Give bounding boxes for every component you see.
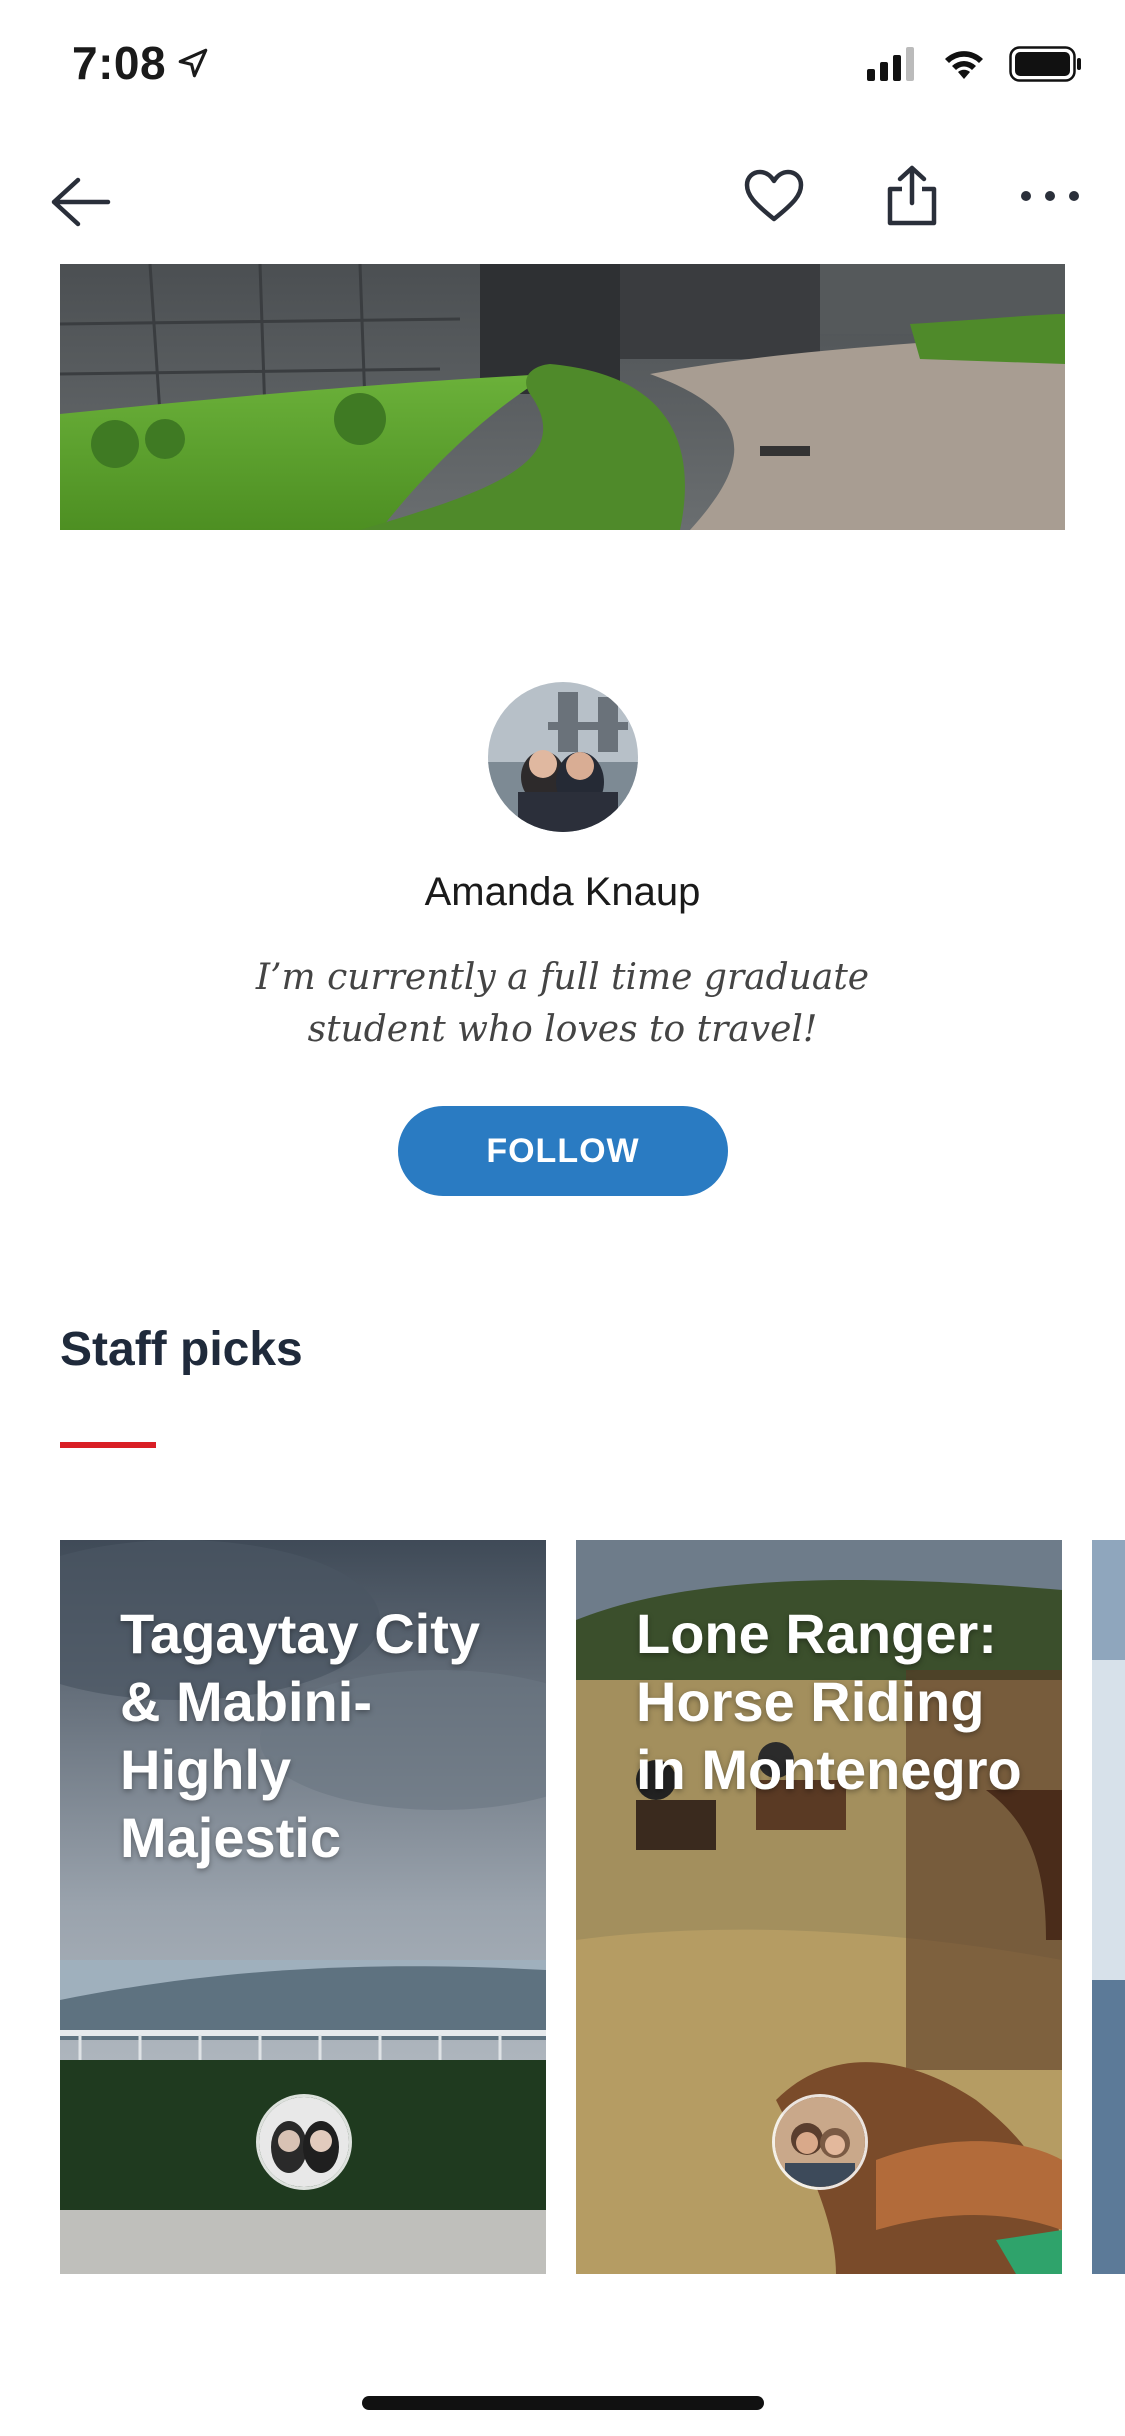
- more-button[interactable]: [1000, 146, 1100, 246]
- story-card[interactable]: Tagaytay City & Mabini-Highly Majestic: [60, 1540, 546, 2274]
- cellular-signal-icon: [867, 47, 914, 81]
- card-author-avatar: [256, 2094, 352, 2190]
- heart-icon: [744, 169, 804, 222]
- section-title-staff-picks: Staff picks: [60, 1323, 303, 1376]
- hero-photo: [60, 264, 1065, 530]
- story-card[interactable]: [1092, 1540, 1125, 2274]
- follow-button[interactable]: FOLLOW: [398, 1106, 728, 1196]
- card-title: Lone Ranger: Horse Riding in Montenegro: [636, 1602, 1022, 1801]
- profile-bio: I’m currently a full time graduate stude…: [255, 957, 870, 1050]
- location-arrow-icon: [178, 48, 208, 78]
- favorite-button[interactable]: [724, 146, 824, 246]
- profile-name: Amanda Knaup: [424, 870, 701, 914]
- more-icon: [1021, 191, 1079, 201]
- back-arrow-icon: [51, 177, 111, 227]
- card-title: Tagaytay City & Mabini-Highly Majestic: [120, 1602, 480, 1869]
- wifi-icon: [945, 51, 983, 79]
- story-card[interactable]: Lone Ranger: Horse Riding in Montenegro: [576, 1540, 1062, 2274]
- status-icons: [867, 46, 1083, 82]
- share-icon: [887, 165, 937, 226]
- back-button[interactable]: [30, 152, 130, 252]
- battery-icon: [1009, 46, 1081, 82]
- profile-avatar[interactable]: [488, 682, 638, 832]
- section-underline: [60, 1442, 156, 1448]
- home-indicator[interactable]: [362, 2396, 764, 2410]
- share-button[interactable]: [862, 146, 962, 246]
- card-author-avatar: [772, 2094, 868, 2190]
- card-photo-partial: [1092, 1540, 1125, 2274]
- time-text: 7:08: [72, 37, 167, 89]
- status-time: 7:08: [72, 36, 210, 90]
